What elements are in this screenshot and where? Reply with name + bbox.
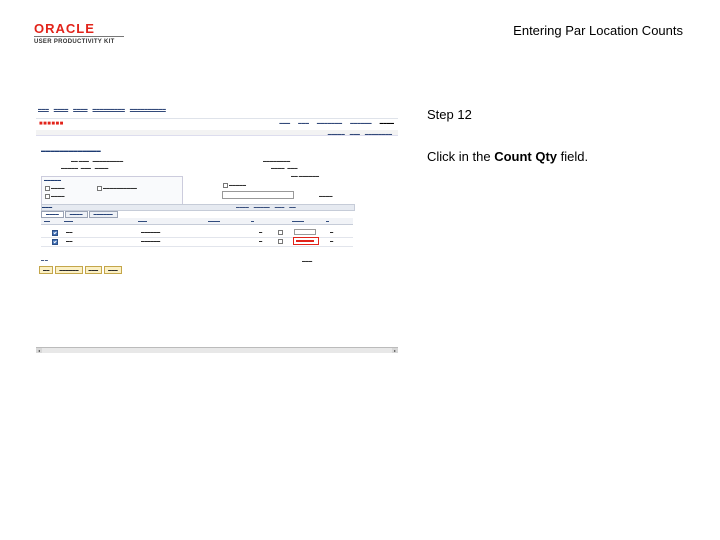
grid-tab[interactable]: ▬▬▬▬ — [64, 211, 88, 218]
option-checkbox[interactable] — [97, 186, 102, 191]
column-header: ▬▬▬ — [64, 219, 73, 223]
grid-header-bar — [41, 204, 355, 211]
option-checkbox[interactable] — [45, 186, 50, 191]
logo-wordmark: ORACLE — [34, 21, 95, 36]
step-number: Step 12 — [427, 107, 472, 122]
options-group-header: ▬▬▬▬▬ — [44, 178, 61, 182]
field-line: ▬▬ ▬▬▬ ▬▬▬▬▬▬▬▬▬ — [71, 159, 124, 163]
application-screenshot: ▬▬▬ ▬▬▬▬ ▬▬▬▬ ▬▬▬▬▬▬▬▬▬ ▬▬▬▬▬▬▬▬▬▬ ■■■■■■ ▬▬… — [36, 101, 398, 353]
prev-next-links[interactable]: ▬ ▬ — [41, 258, 48, 262]
row-cell: ▬ — [330, 230, 334, 234]
grid-tab[interactable]: ▬▬▬▬ — [41, 211, 64, 218]
row-cell: ▬ — [259, 230, 263, 234]
document-title: Entering Par Location Counts — [513, 23, 683, 38]
page-heading: ▬▬▬▬▬▬▬▬▬▬▬▬▬ — [41, 148, 101, 153]
field-line[interactable]: ▬▬▬ — [302, 259, 312, 263]
option-label: ▬▬▬▬ — [51, 194, 65, 198]
column-header: ▬▬ — [44, 219, 50, 223]
button-bar: ▬▬ ▬▬▬▬▬▬ ▬▬▬ ▬▬▬ — [39, 266, 124, 274]
row-cell: ▬▬ — [66, 230, 73, 234]
field-line: ▬▬▬▬▬▬▬▬ — [263, 159, 291, 163]
field-line: ▬▬ ▬▬▬▬▬▬ — [291, 174, 320, 178]
field-line: ▬▬▬▬ — [319, 194, 333, 198]
count-qty-field-highlight[interactable] — [293, 237, 319, 245]
action-button[interactable]: ▬▬▬ — [84, 266, 103, 274]
grid-navigation[interactable]: ▬▬▬▬ ▬▬▬▬▬ ▬▬▬ ▬▬ — [236, 205, 301, 209]
column-header: ▬▬▬▬ — [208, 219, 220, 223]
column-header-count-qty: ▬▬▬▬ — [292, 219, 304, 223]
row-checkbox[interactable] — [278, 230, 283, 235]
option-label: ▬▬▬▬▬▬▬▬▬▬ — [103, 186, 137, 190]
field-line: ▬▬▬▬▬ ▬▬▬ ▬▬▬▬ — [61, 166, 109, 170]
count-qty-field[interactable] — [294, 229, 316, 235]
row-cell: ▬ — [259, 239, 263, 243]
table-row: ▬▬ ▬▬▬▬▬▬ ▬ ▬ — [41, 237, 353, 247]
row-select-checkbox[interactable] — [52, 230, 58, 236]
column-header: ▬ — [326, 219, 329, 223]
grid-column-header-row — [41, 218, 353, 225]
field-name: Count Qty — [494, 149, 558, 164]
horizontal-scrollbar[interactable]: ◂ ▸ — [36, 347, 398, 353]
logo-divider — [34, 36, 124, 37]
column-header: ▬ — [251, 219, 254, 223]
row-cell: ▬▬ — [66, 239, 73, 243]
step-instruction: Click in the Count Qty field. — [427, 149, 589, 164]
options-group: ▬▬▬▬▬ ▬▬▬▬ ▬▬▬▬▬▬▬▬▬▬ ▬▬▬▬ — [41, 176, 183, 206]
scroll-right-icon[interactable]: ▸ — [392, 348, 398, 353]
scroll-left-icon[interactable]: ◂ — [36, 348, 42, 353]
option-checkbox[interactable] — [223, 183, 228, 188]
row-cell: ▬▬▬▬▬▬ — [141, 239, 161, 243]
row-select-checkbox[interactable] — [52, 239, 58, 245]
action-button[interactable]: ▬▬▬▬▬▬ — [55, 266, 83, 274]
column-header: ▬▬▬ — [138, 219, 147, 223]
breadcrumb: ▬▬▬ ▬▬▬▬ ▬▬▬▬ ▬▬▬▬▬▬▬▬▬ ▬▬▬▬▬▬▬▬▬▬ — [38, 107, 166, 111]
grid-tab[interactable]: ▬▬▬▬▬▬ — [88, 211, 118, 218]
grid-title: ▬▬▬ — [42, 205, 53, 209]
dropdown-select[interactable] — [222, 191, 294, 199]
logo-subtitle: USER PRODUCTIVITY KIT — [34, 39, 115, 45]
field-line: ▬▬▬▬ ▬▬▬ — [271, 166, 298, 170]
app-logo: ■■■■■■ — [39, 121, 64, 127]
page-toolbar-links: ▬▬▬▬▬ ▬▬▬ ▬▬▬▬▬▬▬▬ — [327, 132, 392, 136]
option-label: ▬▬▬▬ — [51, 186, 65, 190]
grid-tabs: ▬▬▬▬ ▬▬▬▬ ▬▬▬▬▬▬ — [41, 211, 119, 218]
row-cell: ▬ — [330, 239, 334, 243]
action-button[interactable]: ▬▬ — [39, 266, 54, 274]
option-label: ▬▬▬▬▬ — [229, 183, 246, 187]
row-checkbox[interactable] — [278, 239, 283, 244]
app-top-nav: ▬▬▬ ▬▬▬ ▬▬▬▬▬▬▬ ▬▬▬▬▬▬ ▬▬▬▬ — [279, 121, 394, 125]
option-radio[interactable] — [45, 194, 50, 199]
oracle-upk-logo: ORACLE USER PRODUCTIVITY KIT — [34, 22, 124, 45]
row-cell: ▬▬▬▬▬▬ — [141, 230, 161, 234]
action-button[interactable]: ▬▬▬ — [104, 266, 122, 274]
